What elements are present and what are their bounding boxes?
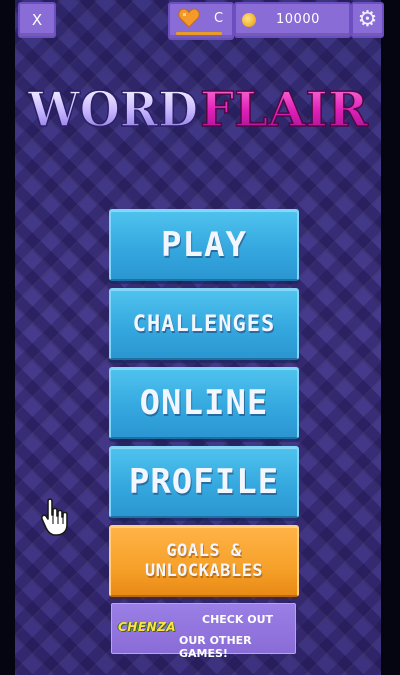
profile-button[interactable]: PROFILE — [109, 446, 299, 518]
challenges-button[interactable]: CHALLENGES — [109, 288, 299, 360]
other-games-banner[interactable]: CHENZA CHECK OUT OUR OTHER GAMES! — [111, 603, 296, 660]
goals-unlockables-button[interactable]: GOALS & UNLOCKABLES — [109, 525, 299, 597]
promo-line2: OUR OTHER GAMES! — [179, 634, 252, 660]
goals-label-line2: UNLOCKABLES — [144, 561, 264, 581]
logo-flair: FLAIR — [200, 82, 369, 138]
goals-label-line1: GOALS & — [166, 541, 242, 561]
settings-button[interactable]: ⚙ — [351, 2, 384, 38]
logo-word: WORD — [27, 82, 198, 138]
hand-pointer-icon — [41, 498, 68, 536]
online-button[interactable]: ONLINE — [109, 367, 299, 439]
coins-counter[interactable]: 10000 — [234, 2, 351, 38]
promo-line1: CHECK OUT — [202, 613, 274, 626]
online-button-label: ONLINE — [139, 383, 269, 423]
gear-icon: ⚙ — [357, 7, 378, 32]
left-letterbox — [0, 0, 15, 675]
chenza-logo: CHENZA — [118, 620, 177, 634]
close-button[interactable]: X — [18, 2, 56, 38]
lives-label: C — [214, 11, 224, 26]
challenges-button-label: CHALLENGES — [132, 311, 276, 337]
right-letterbox — [381, 0, 400, 675]
lives-progress-bar — [176, 32, 222, 35]
game-logo: WORD FLAIR — [26, 81, 370, 139]
close-button-label: X — [31, 11, 43, 29]
play-button[interactable]: PLAY — [109, 209, 299, 281]
coins-value: 10000 — [276, 12, 320, 27]
coin-icon — [242, 13, 256, 27]
play-button-label: PLAY — [161, 225, 247, 265]
heart-icon — [178, 8, 200, 28]
lives-counter[interactable]: C — [168, 2, 234, 40]
profile-button-label: PROFILE — [128, 462, 280, 502]
